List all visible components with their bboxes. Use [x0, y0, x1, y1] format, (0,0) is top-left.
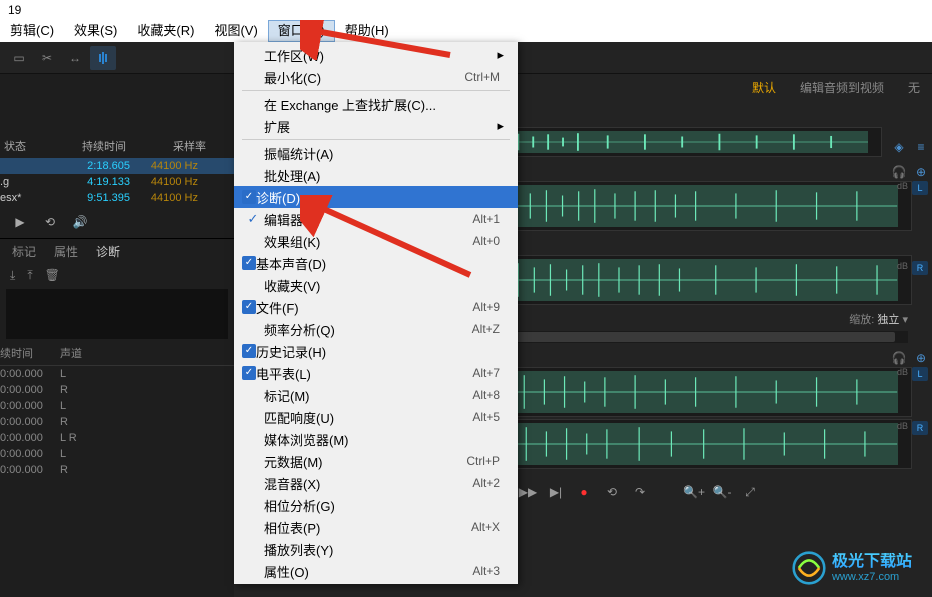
- menu-item[interactable]: 在 Exchange 上查找扩展(C)...: [234, 93, 518, 115]
- channel-row[interactable]: 0:00.000R: [0, 462, 234, 478]
- ws-none[interactable]: 无: [908, 79, 920, 96]
- menu-item[interactable]: ✓诊断(D): [234, 186, 518, 208]
- marker-out-icon[interactable]: ⤒: [27, 268, 32, 283]
- files-header: 状态 持续时间 采样率: [0, 134, 234, 158]
- watermark-text: 极光下载站: [832, 553, 912, 571]
- tool-time-icon[interactable]: [90, 46, 116, 70]
- channel-row[interactable]: 0:00.000L R: [0, 430, 234, 446]
- menu-favorites[interactable]: 收藏夹(R): [127, 20, 204, 42]
- menu-item[interactable]: 相位分析(G): [234, 494, 518, 516]
- tool-group: ▭ ✂ ↔: [6, 46, 116, 70]
- menu-item[interactable]: ✓历史记录(H): [234, 340, 518, 362]
- menu-item[interactable]: ✓编辑器(E)Alt+1: [234, 208, 518, 230]
- ws-default[interactable]: 默认: [752, 79, 776, 96]
- transport-controls: ▶ ⟲ 🔊: [0, 206, 234, 238]
- ffwd-icon[interactable]: ▶▶: [517, 481, 539, 503]
- loop-icon[interactable]: ⟲: [40, 212, 60, 232]
- tool-slip-icon[interactable]: ↔: [62, 46, 88, 70]
- menu-item[interactable]: 媒体浏览器(M): [234, 428, 518, 450]
- ws-edit-av[interactable]: 编辑音频到视频: [800, 79, 884, 96]
- channel-L-btn[interactable]: L: [912, 181, 928, 195]
- volume-icon[interactable]: 🔊: [70, 212, 90, 232]
- tool-select-icon[interactable]: ▭: [6, 46, 32, 70]
- menu-item[interactable]: 相位表(P)Alt+X: [234, 516, 518, 538]
- zoom-icon[interactable]: ⊕: [912, 349, 930, 367]
- menubar: 剪辑(C) 效果(S) 收藏夹(R) 视图(V) 窗口(W) 帮助(H): [0, 20, 932, 42]
- panel-menu-icon[interactable]: ≡: [912, 138, 930, 156]
- channel-row[interactable]: 0:00.000R: [0, 382, 234, 398]
- record-icon[interactable]: ●: [573, 481, 595, 503]
- window-title: 19: [8, 3, 21, 17]
- col-duration[interactable]: 持续时间: [40, 138, 130, 154]
- file-row[interactable]: esx* 9:51.395 44100 Hz: [0, 190, 234, 206]
- watermark-logo-icon: [792, 551, 826, 585]
- headphone-icon[interactable]: 🎧: [890, 163, 908, 181]
- menu-item[interactable]: 效果组(K)Alt+0: [234, 230, 518, 252]
- spectral-toggle-icon[interactable]: ◈: [890, 138, 908, 156]
- channel-row[interactable]: 0:00.000L: [0, 398, 234, 414]
- menu-item[interactable]: ✓文件(F)Alt+9: [234, 296, 518, 318]
- menu-item[interactable]: 标记(M)Alt+8: [234, 384, 518, 406]
- channel-L-btn[interactable]: L: [912, 367, 928, 381]
- left-column: 状态 持续时间 采样率 2:18.605 44100 Hz .g 4:19.13…: [0, 74, 234, 597]
- menu-view[interactable]: 视图(V): [204, 20, 267, 42]
- menu-item[interactable]: 最小化(C)Ctrl+M: [234, 66, 518, 88]
- tool-razor-icon[interactable]: ✂: [34, 46, 60, 70]
- zoom-in-icon[interactable]: 🔍+: [683, 481, 705, 503]
- panel-tabs: 标记 属性 诊断: [0, 239, 234, 264]
- channel-R-btn[interactable]: R: [912, 261, 928, 275]
- window-title-bar: 19: [0, 0, 932, 20]
- loop-icon[interactable]: ⟲: [601, 481, 623, 503]
- menu-item[interactable]: 工作区(W)▸: [234, 44, 518, 66]
- trash-icon[interactable]: 🗑: [45, 268, 60, 283]
- channel-row[interactable]: 0:00.000L: [0, 446, 234, 462]
- search-area[interactable]: [6, 289, 228, 339]
- menu-clip[interactable]: 剪辑(C): [0, 20, 64, 42]
- window-menu-dropdown: 工作区(W)▸最小化(C)Ctrl+M 在 Exchange 上查找扩展(C)..…: [234, 42, 518, 584]
- marker-in-icon[interactable]: ⤓: [10, 268, 15, 283]
- col-status[interactable]: 状态: [0, 138, 40, 154]
- play-icon[interactable]: ▶: [10, 212, 30, 232]
- tab-markers[interactable]: 标记: [12, 243, 36, 260]
- file-row[interactable]: .g 4:19.133 44100 Hz: [0, 174, 234, 190]
- menu-item[interactable]: ✓电平表(L)Alt+7: [234, 362, 518, 384]
- menu-item[interactable]: ✓基本声音(D): [234, 252, 518, 274]
- menu-item[interactable]: 混音器(X)Alt+2: [234, 472, 518, 494]
- skip-icon[interactable]: ↷: [629, 481, 651, 503]
- zoom-icon[interactable]: ⊕: [912, 163, 930, 181]
- menu-item[interactable]: 匹配响度(U)Alt+5: [234, 406, 518, 428]
- channel-row[interactable]: 0:00.000L: [0, 366, 234, 382]
- channel-row[interactable]: 0:00.000R: [0, 414, 234, 430]
- watermark-url: www.xz7.com: [832, 571, 912, 583]
- zoom-fit-icon[interactable]: ⤢: [739, 481, 761, 503]
- menu-item[interactable]: 振幅统计(A): [234, 142, 518, 164]
- tab-diagnostics[interactable]: 诊断: [96, 243, 120, 260]
- menu-item[interactable]: 批处理(A): [234, 164, 518, 186]
- menu-item[interactable]: 扩展▸: [234, 115, 518, 137]
- marker-icons: ⤓ ⤒ 🗑: [0, 264, 234, 287]
- channel-R-btn[interactable]: R: [912, 421, 928, 435]
- col-rate[interactable]: 采样率: [130, 138, 210, 154]
- go-end-icon[interactable]: ▶|: [545, 481, 567, 503]
- menu-effects[interactable]: 效果(S): [64, 20, 127, 42]
- tab-properties[interactable]: 属性: [54, 243, 78, 260]
- watermark: 极光下载站 www.xz7.com: [792, 551, 912, 585]
- zoom-out-icon[interactable]: 🔍-: [711, 481, 733, 503]
- menu-item[interactable]: 播放列表(Y): [234, 538, 518, 560]
- channel-header: 续时间 声道: [0, 341, 234, 366]
- bottom-panel: 标记 属性 诊断 ⤓ ⤒ 🗑 续时间 声道 0:00.000L 0:00.000…: [0, 238, 234, 478]
- menu-item[interactable]: 属性(O)Alt+3: [234, 560, 518, 582]
- menu-help[interactable]: 帮助(H): [335, 20, 399, 42]
- menu-window[interactable]: 窗口(W): [268, 20, 335, 42]
- headphone-icon[interactable]: 🎧: [890, 349, 908, 367]
- menu-item[interactable]: 频率分析(Q)Alt+Z: [234, 318, 518, 340]
- file-row[interactable]: 2:18.605 44100 Hz: [0, 158, 234, 174]
- menu-item[interactable]: 收藏夹(V): [234, 274, 518, 296]
- menu-item[interactable]: 元数据(M)Ctrl+P: [234, 450, 518, 472]
